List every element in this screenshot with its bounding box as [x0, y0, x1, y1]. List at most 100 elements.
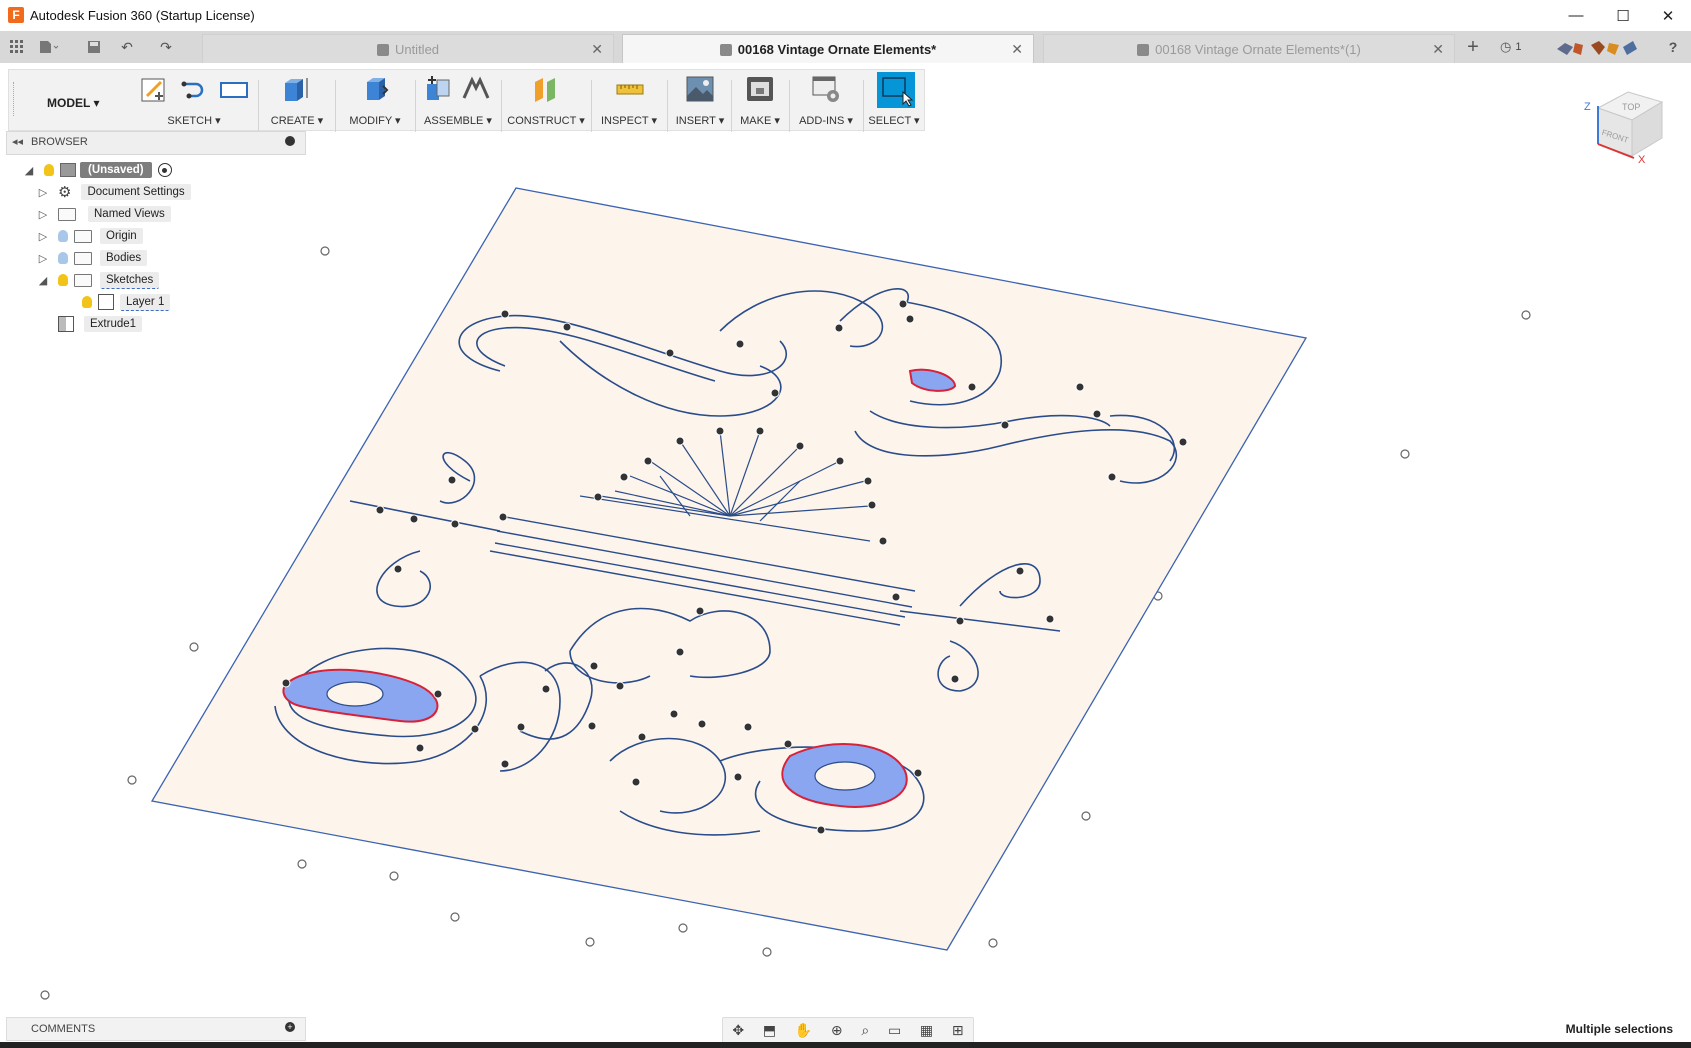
add-comment-icon[interactable]: +: [285, 1022, 295, 1032]
view-cube[interactable]: TOP FRONT Z X: [1576, 86, 1682, 182]
add-ins-group[interactable]: ADD-INS ▾: [791, 70, 861, 130]
sheet-body[interactable]: [150, 187, 1308, 951]
pan-hand-icon[interactable]: ✋: [795, 1022, 812, 1039]
create-group[interactable]: CREATE ▾: [261, 70, 333, 130]
tab-untitled[interactable]: Untitled ✕: [202, 34, 614, 64]
insert-image-icon[interactable]: [685, 74, 715, 104]
tab-label: 00168 Vintage Ornate Elements*(1): [1155, 42, 1361, 57]
display-settings-icon[interactable]: ▭: [888, 1022, 901, 1039]
insert-group[interactable]: INSERT ▾: [669, 70, 731, 130]
make-group[interactable]: MAKE ▾: [733, 70, 787, 130]
tree-item-named-views[interactable]: ▷ Named Views: [34, 204, 316, 224]
scripts-addins-icon[interactable]: [811, 74, 841, 104]
collapse-triangle-icon[interactable]: ◢: [34, 274, 52, 287]
browser-panel-header[interactable]: ◂◂ BROWSER: [6, 131, 306, 155]
close-tab-icon[interactable]: ✕: [1432, 41, 1444, 58]
undo-icon[interactable]: ↶: [116, 36, 138, 58]
make-label: MAKE ▾: [740, 115, 780, 127]
separator: [258, 80, 259, 132]
tree-item-origin[interactable]: ▷ Origin: [34, 226, 316, 246]
job-status[interactable]: ◷ 1: [1500, 39, 1521, 55]
maximize-button[interactable]: ☐: [1600, 0, 1646, 31]
save-icon[interactable]: [83, 36, 105, 58]
collapse-triangle-icon[interactable]: ◢: [20, 164, 38, 177]
file-menu-icon[interactable]: [38, 36, 60, 58]
workspace-switcher[interactable]: MODEL ▾: [47, 96, 99, 110]
sketch-group[interactable]: SKETCH ▾: [131, 70, 257, 130]
tree-label: Document Settings: [81, 184, 191, 200]
expand-triangle-icon[interactable]: ▷: [34, 208, 52, 221]
grid-settings-icon[interactable]: ▦: [920, 1022, 933, 1039]
comments-panel[interactable]: COMMENTS +: [6, 1017, 306, 1041]
press-pull-icon[interactable]: [361, 74, 391, 104]
assemble-group[interactable]: ASSEMBLE ▾: [417, 70, 499, 130]
tree-item-bodies[interactable]: ▷ Bodies: [34, 248, 316, 268]
tab-vintage-ornate-elements-copy[interactable]: 00168 Vintage Ornate Elements*(1) ✕: [1043, 34, 1455, 64]
close-tab-icon[interactable]: ✕: [591, 41, 603, 58]
create-sketch-icon[interactable]: [139, 74, 169, 104]
visibility-bulb-icon[interactable]: [44, 164, 54, 176]
tab-label: Untitled: [394, 42, 440, 57]
3d-print-icon[interactable]: [745, 74, 775, 104]
select-group[interactable]: SELECT ▾: [865, 70, 923, 130]
ribbon-strip: MODEL ▾ SKETCH ▾ CREATE ▾ MODIFY ▾ ASSEM…: [8, 69, 925, 132]
inspect-label: INSPECT ▾: [600, 115, 658, 127]
visibility-bulb-icon[interactable]: [58, 230, 68, 242]
measure-icon[interactable]: [615, 74, 645, 104]
insert-label: INSERT ▾: [675, 115, 725, 127]
arc-tool-icon[interactable]: [179, 74, 209, 104]
separator: [667, 80, 668, 132]
look-at-icon[interactable]: ⬒: [763, 1022, 776, 1039]
separator: [501, 80, 502, 132]
tab-vintage-ornate-elements[interactable]: 00168 Vintage Ornate Elements* ✕: [622, 34, 1034, 64]
construct-group[interactable]: CONSTRUCT ▾: [503, 70, 589, 130]
visibility-bulb-icon[interactable]: [58, 252, 68, 264]
close-tab-icon[interactable]: ✕: [1011, 41, 1023, 58]
joint-icon[interactable]: [461, 74, 491, 104]
offset-plane-icon[interactable]: [531, 74, 561, 104]
add-ins-label: ADD-INS ▾: [799, 115, 853, 127]
sketch-label: SKETCH ▾: [167, 115, 221, 127]
select-tool-icon[interactable]: [877, 72, 915, 108]
tree-root[interactable]: ◢ (Unsaved): [20, 160, 316, 180]
modify-label: MODIFY ▾: [349, 115, 401, 127]
expand-triangle-icon[interactable]: ▷: [34, 230, 52, 243]
gear-icon: ⚙: [58, 184, 72, 201]
extrude-icon[interactable]: [281, 74, 311, 104]
expand-triangle-icon[interactable]: ▷: [34, 252, 52, 265]
minimize-button[interactable]: —: [1553, 0, 1599, 31]
folder-icon: [74, 273, 92, 287]
collapse-browser-icon[interactable]: ◂◂: [12, 135, 23, 148]
orbit-icon[interactable]: ✥: [732, 1022, 744, 1039]
help-button[interactable]: ?: [1662, 36, 1684, 58]
inspect-group[interactable]: INSPECT ▾: [593, 70, 665, 130]
browser-pin-icon[interactable]: [285, 136, 295, 146]
viewports-icon[interactable]: ⊞: [952, 1022, 964, 1039]
tree-item-layer-1[interactable]: Layer 1: [76, 292, 316, 312]
redo-icon[interactable]: ↷: [155, 36, 177, 58]
tree-label: Layer 1: [120, 293, 171, 311]
expand-triangle-icon[interactable]: ▷: [34, 186, 52, 199]
tree-item-document-settings[interactable]: ▷ ⚙ Document Settings: [34, 182, 316, 202]
separator: [731, 80, 732, 132]
clock-icon: ◷: [1500, 39, 1512, 54]
data-panel-grid-icon[interactable]: [6, 36, 28, 58]
extensions-icon[interactable]: [1555, 37, 1639, 60]
fit-zoom-icon[interactable]: ⌕: [861, 1022, 869, 1039]
navigation-bar: ✥ ⬒ ✋ ⊕ ⌕ ▭ ▦ ⊞: [722, 1017, 974, 1043]
rectangle-tool-icon[interactable]: [219, 74, 249, 104]
separator: [863, 80, 864, 132]
new-component-icon[interactable]: [423, 74, 453, 104]
new-tab-button[interactable]: +: [1462, 36, 1484, 58]
close-window-button[interactable]: ✕: [1645, 0, 1691, 31]
visibility-bulb-icon[interactable]: [58, 274, 68, 286]
visibility-bulb-icon[interactable]: [82, 296, 92, 308]
tree-item-sketches[interactable]: ◢ Sketches: [34, 270, 316, 290]
activate-radio-icon[interactable]: [157, 163, 172, 177]
grip-handle[interactable]: [13, 82, 16, 116]
tree-item-extrude1[interactable]: Extrude1: [58, 314, 316, 334]
zoom-icon[interactable]: ⊕: [831, 1022, 843, 1039]
tree-label: Sketches: [100, 271, 160, 289]
modify-group[interactable]: MODIFY ▾: [337, 70, 413, 130]
tree-label: Extrude1: [84, 316, 143, 332]
